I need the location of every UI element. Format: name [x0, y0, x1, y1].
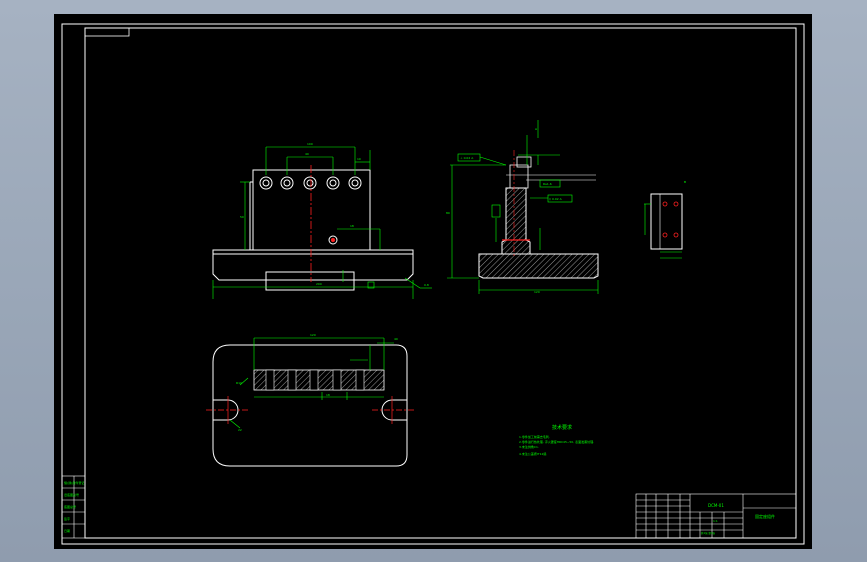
title-scale: 1:1: [713, 519, 718, 523]
svg-text:80: 80: [446, 211, 450, 215]
svg-text:22: 22: [238, 428, 242, 432]
svg-text:Ra1.6: Ra1.6: [543, 182, 552, 186]
svg-text:40: 40: [394, 337, 398, 341]
svg-text:0.8: 0.8: [424, 283, 429, 287]
left-label-0: 借(通)用件登记: [64, 480, 84, 485]
svg-text:⊥ 0.02 A: ⊥ 0.02 A: [460, 156, 474, 160]
left-label-4: 日期: [64, 528, 70, 533]
svg-text:120: 120: [310, 333, 316, 337]
svg-text:R10: R10: [236, 381, 242, 385]
title-sheet: 共1张 第1张: [701, 531, 715, 535]
notes-title: 技术要求: [552, 424, 572, 431]
note-2: 2.零件进行热处理, 淬火硬度HRC45~50, 表面发黑处理.: [519, 439, 594, 444]
note-4: 4.未注公差按IT12级.: [519, 451, 547, 456]
cad-drawing-canvas[interactable]: 借(通)用件登记 旧底图总号 底图总号 签字 日期 100 40 10 50 2…: [0, 0, 867, 562]
svg-text:40: 40: [305, 152, 309, 156]
note-1: 1.零件加工前需去毛刺.: [519, 434, 550, 439]
title-part-number: DCM-01: [708, 503, 724, 508]
left-label-1: 旧底图总号: [64, 492, 79, 497]
svg-text:// 0.02 A: // 0.02 A: [549, 197, 563, 201]
left-label-2: 底图总号: [64, 504, 76, 509]
drawing-sheet: [54, 14, 812, 549]
svg-text:10: 10: [357, 157, 361, 161]
svg-text:18: 18: [326, 393, 330, 397]
svg-text:18: 18: [350, 224, 354, 228]
svg-text:B: B: [684, 180, 686, 184]
left-label-3: 签字: [64, 516, 70, 521]
title-drawing-name: 固定座组件: [755, 513, 775, 519]
svg-text:200: 200: [316, 282, 322, 286]
note-3: 3.未注倒角C1.: [519, 444, 539, 449]
svg-text:100: 100: [307, 142, 313, 146]
svg-text:50: 50: [240, 215, 244, 219]
svg-text:120: 120: [534, 290, 540, 294]
